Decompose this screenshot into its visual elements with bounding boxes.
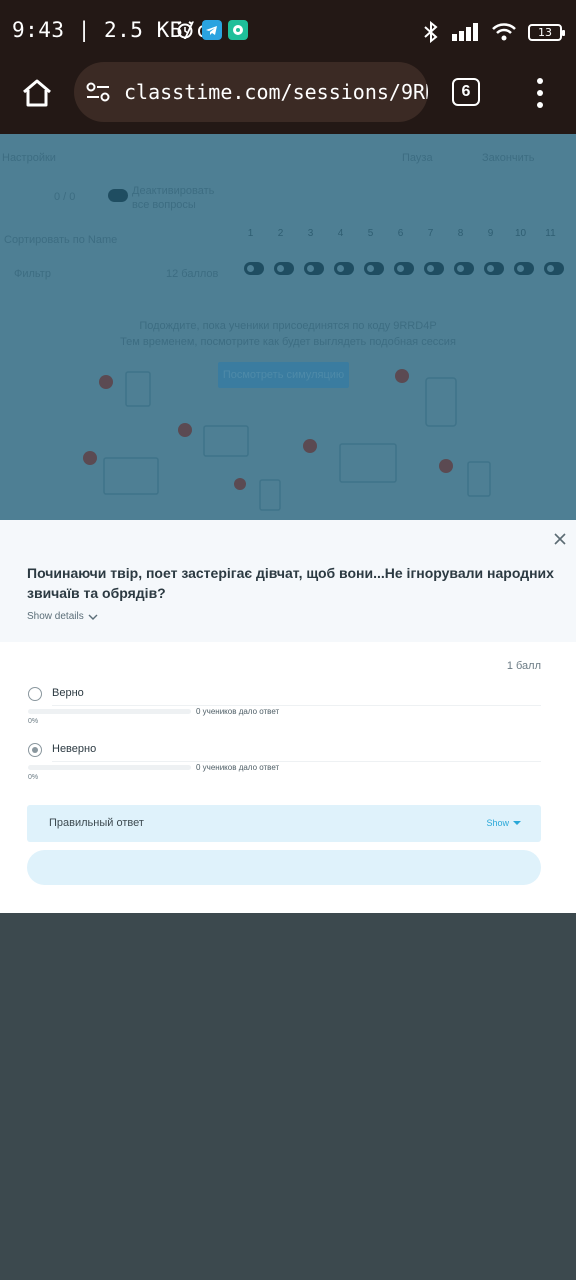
question-number: 3 (307, 228, 314, 239)
response-percent: 0% (28, 718, 39, 725)
caret-down-icon[interactable] (513, 821, 521, 825)
url-text[interactable]: classtime.com/sessions/9RRD' (124, 80, 428, 104)
waiting-text-1: Подождите, пока ученики присоединятся по… (139, 320, 437, 332)
score-short: 0 / 0 (54, 191, 76, 203)
finish-button: Закончить (482, 152, 535, 164)
correct-answer-label: Правильный ответ (49, 817, 144, 829)
question-toggle (484, 262, 504, 275)
pause-button: Пауза (402, 152, 433, 164)
sort-select: Сортировать по Name (4, 234, 118, 246)
signal-icon (452, 23, 478, 41)
app-notification-icon (228, 20, 248, 40)
question-toggle (274, 262, 294, 275)
radio-button[interactable] (28, 687, 42, 701)
question-number: 8 (457, 228, 464, 239)
tab-switcher-button[interactable]: 6 (452, 78, 480, 106)
question-toggle (514, 262, 534, 275)
question-dialog: Починаючи твір, поет застерігає дівчат, … (0, 520, 576, 913)
show-details-label[interactable]: Show details (27, 611, 84, 622)
show-answer-button[interactable]: Show (486, 818, 521, 828)
show-details-toggle[interactable]: Show details (27, 611, 98, 622)
close-icon[interactable] (552, 531, 568, 547)
address-bar[interactable]: classtime.com/sessions/9RRD' (74, 62, 428, 122)
question-number: 9 (487, 228, 494, 239)
answer-details-pill (27, 850, 541, 885)
question-number: 7 (427, 228, 434, 239)
dialog-header: Починаючи твір, поет застерігає дівчат, … (0, 520, 576, 642)
question-number-row: 1 2 3 4 5 6 7 8 9 10 11 (242, 228, 559, 239)
telegram-icon (202, 20, 222, 40)
points-label: 1 балл (506, 660, 541, 672)
battery-icon: 13 (528, 23, 565, 41)
question-toggle (424, 262, 444, 275)
question-title: Починаючи твір, поет застерігає дівчат, … (27, 565, 554, 601)
question-toggle (544, 262, 564, 275)
question-number: 11 (545, 228, 556, 239)
deactivate-label: Деактивировать все вопросы (132, 185, 215, 211)
home-icon[interactable] (20, 76, 54, 110)
wifi-icon (492, 23, 516, 41)
question-toggle (364, 262, 384, 275)
background-page: Настройки Пауза Закончить 0 / 0 Деактиви… (0, 134, 576, 520)
question-number: 4 (337, 228, 344, 239)
show-answer-label[interactable]: Show (486, 818, 509, 828)
question-toggle-row (244, 262, 564, 275)
option-label: Верно (52, 687, 84, 699)
settings-link: Настройки (2, 152, 56, 164)
response-count: 0 учеников дало ответ (196, 707, 280, 716)
question-number: 6 (397, 228, 404, 239)
option-label: Неверно (52, 743, 97, 755)
question-number: 2 (277, 228, 284, 239)
status-bar: 9:43 | 2.5 КБ/с 13 (0, 0, 576, 62)
response-percent: 0% (28, 774, 39, 781)
divider (52, 705, 541, 706)
battery-level: 13 (538, 25, 552, 39)
waiting-text-2: Тем временем, посмотрите как будет выгля… (120, 336, 456, 348)
question-toggle (334, 262, 354, 275)
score-select: 12 баллов (166, 268, 219, 280)
site-settings-icon[interactable] (86, 82, 110, 102)
question-toggle (244, 262, 264, 275)
question-number: 10 (514, 228, 527, 239)
question-toggle (454, 262, 474, 275)
more-menu-icon[interactable] (530, 78, 550, 108)
filter-select: Фильтр (14, 268, 51, 280)
question-toggle (394, 262, 414, 275)
response-progress-bar (28, 709, 191, 714)
divider (52, 761, 541, 762)
chevron-down-icon[interactable] (88, 613, 98, 621)
question-number: 1 (247, 228, 254, 239)
illustration-image (83, 369, 491, 511)
browser-toolbar: classtime.com/sessions/9RRD' 6 (0, 62, 576, 134)
response-progress-bar (28, 765, 191, 770)
deactivate-toggle (108, 189, 128, 202)
question-toggle (304, 262, 324, 275)
bluetooth-icon (424, 21, 438, 43)
correct-answer-panel: Правильный ответ Show (27, 805, 541, 842)
radio-button-selected[interactable] (28, 743, 42, 757)
response-count: 0 учеников дало ответ (196, 763, 280, 772)
alarm-clock-icon (177, 21, 193, 39)
question-number: 5 (367, 228, 374, 239)
